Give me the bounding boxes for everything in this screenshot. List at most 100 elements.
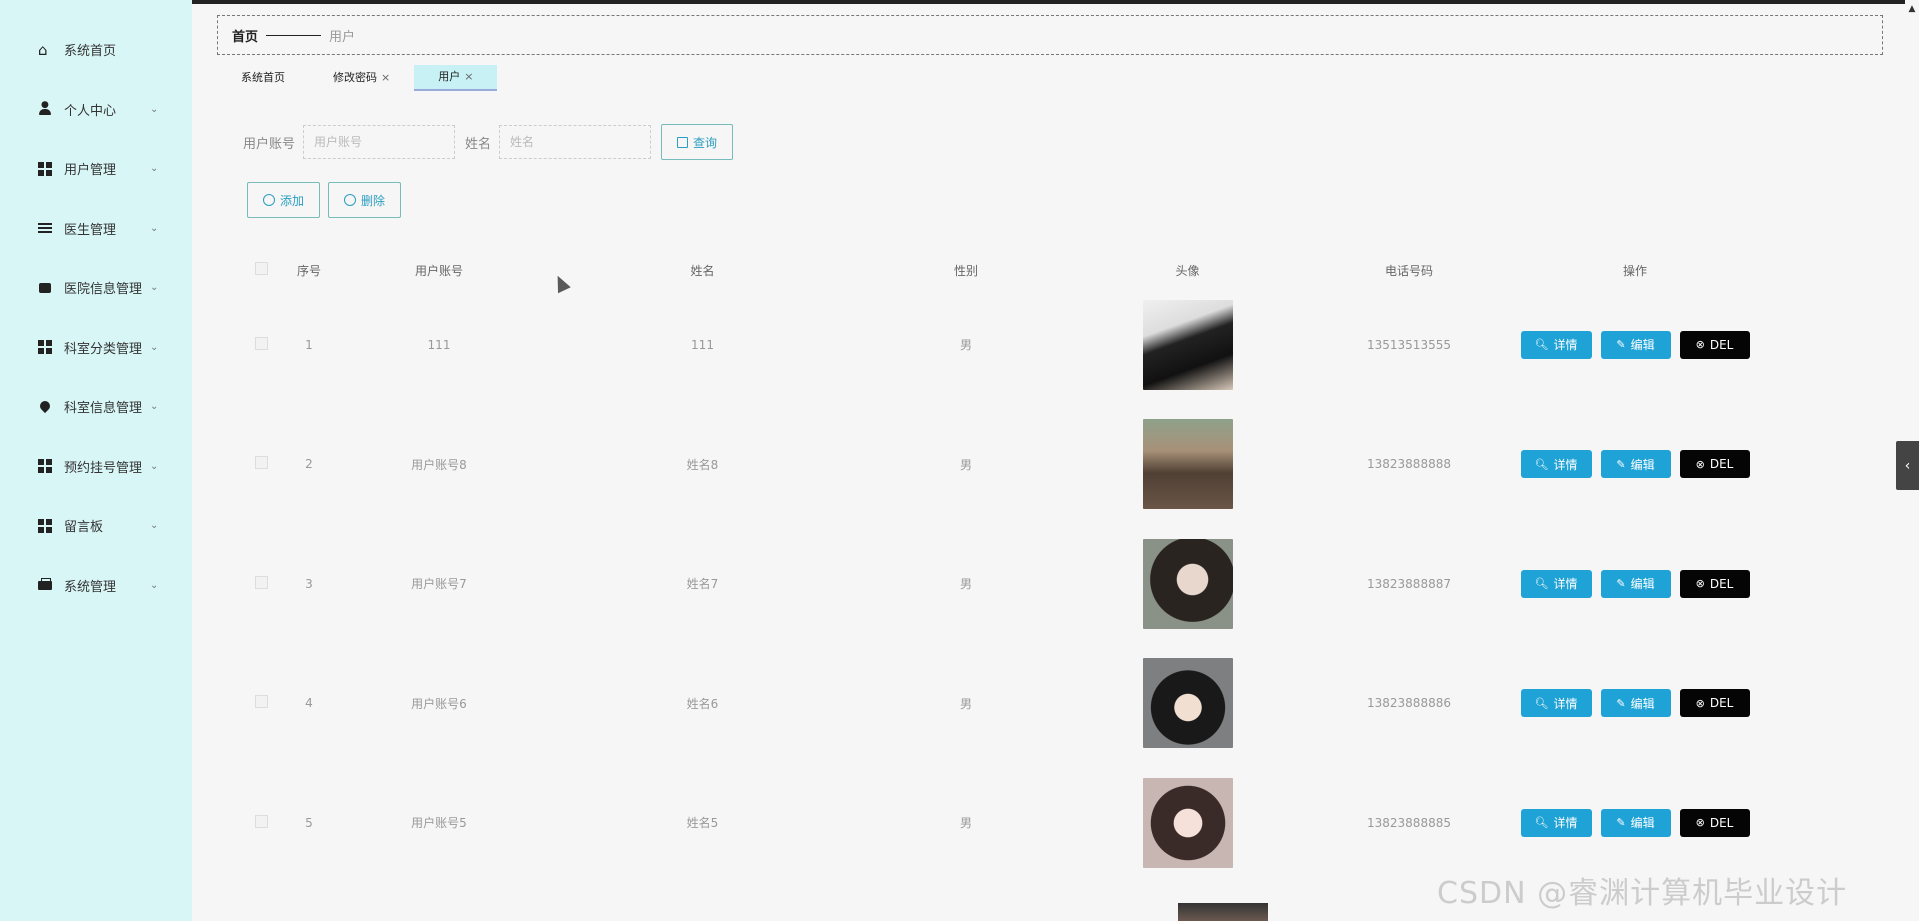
cell-index: 1 (305, 337, 313, 352)
sidebar-item-appointments[interactable]: 预约挂号管理 ⌄ (0, 437, 192, 497)
chevron-down-icon: ⌄ (150, 460, 159, 472)
header-phone: 电话号码 (1384, 263, 1433, 278)
sidebar-item-doctors[interactable]: 医生管理 ⌄ (0, 199, 192, 259)
cell-phone: 13823888888 (1367, 457, 1451, 472)
detail-button[interactable]: 🔍︎ 详情 (1520, 689, 1592, 718)
del-button[interactable]: ⊗ DEL (1679, 689, 1750, 718)
box-icon (38, 281, 52, 295)
chevron-left-icon[interactable]: ‹ (1896, 441, 1919, 490)
sidebar-item-users[interactable]: 用户管理 ⌄ (0, 139, 192, 199)
sidebar-item-label: 个人中心 (64, 103, 117, 119)
minus-circle-icon (343, 194, 356, 206)
circle-x-icon: ⊗ (1695, 577, 1705, 591)
chevron-down-icon: ⌄ (150, 341, 159, 353)
sidebar-item-label: 预约挂号管理 (64, 460, 143, 476)
plus-circle-icon (262, 194, 275, 206)
detail-button[interactable]: 🔍︎ 详情 (1520, 808, 1592, 837)
search-button[interactable]: 查询 (661, 124, 734, 160)
tab-label: 用户 (438, 70, 461, 83)
search-icon: 🔍︎ (1534, 338, 1549, 352)
add-button-label: 添加 (279, 193, 304, 208)
breadcrumb: 首页 用户 (217, 15, 1883, 55)
sliders-icon (38, 221, 52, 236)
sidebar-item-home[interactable]: 系统首页 (0, 20, 192, 80)
top-edge-bar (0, 0, 1919, 4)
wallet-icon (38, 578, 52, 592)
edit-button[interactable]: ✎ 编辑 (1600, 808, 1671, 837)
del-button[interactable]: ⊗ DEL (1679, 569, 1750, 598)
sidebar-item-dept-info[interactable]: 科室信息管理 ⌄ (0, 377, 192, 437)
sidebar-item-profile[interactable]: 个人中心 ⌄ (0, 80, 192, 140)
edit-button[interactable]: ✎ 编辑 (1600, 569, 1671, 598)
tab-bar: 系统首页 修改密码 × 用户 × (217, 65, 498, 93)
del-button[interactable]: ⊗ DEL (1679, 330, 1750, 359)
search-icon (677, 136, 689, 148)
account-search-input[interactable] (303, 125, 456, 159)
chevron-down-icon: ⌄ (150, 222, 159, 234)
detail-button[interactable]: 🔍︎ 详情 (1520, 569, 1592, 598)
pencil-icon: ✎ (1616, 338, 1626, 352)
row-checkbox[interactable] (254, 456, 268, 470)
breadcrumb-home[interactable]: 首页 (232, 26, 258, 45)
delete-button[interactable]: 删除 (328, 182, 401, 218)
sidebar-item-label: 医院信息管理 (64, 282, 143, 298)
tab-home[interactable]: 系统首页 (217, 65, 309, 91)
sidebar-item-label: 用户管理 (64, 163, 117, 179)
table-row: 3 用户账号7 姓名7 男 13823888887 🔍︎ 详情 ✎ 编辑 ⊗ DEL (248, 524, 1750, 644)
cell-name: 111 (691, 337, 714, 352)
row-checkbox[interactable] (254, 695, 268, 709)
home-icon (38, 43, 52, 57)
cell-name: 姓名7 (686, 577, 719, 592)
del-button[interactable]: ⊗ DEL (1679, 808, 1750, 837)
cell-account: 用户账号5 (411, 816, 467, 831)
cell-index: 4 (305, 696, 313, 711)
header-name: 姓名 (690, 263, 715, 278)
cell-sex: 男 (959, 457, 972, 472)
search-icon: 🔍︎ (1534, 816, 1549, 830)
sidebar-item-message-board[interactable]: 留言板 ⌄ (0, 496, 192, 556)
close-icon[interactable]: × (381, 71, 390, 84)
cell-account: 用户账号7 (411, 577, 467, 592)
cell-index: 2 (305, 457, 313, 472)
add-button[interactable]: 添加 (247, 182, 320, 218)
cell-name: 姓名5 (686, 816, 719, 831)
edit-button[interactable]: ✎ 编辑 (1600, 330, 1671, 359)
edit-button[interactable]: ✎ 编辑 (1600, 689, 1671, 718)
sidebar-item-dept-category[interactable]: 科室分类管理 ⌄ (0, 318, 192, 378)
pencil-icon: ✎ (1616, 457, 1626, 471)
tab-label: 修改密码 (333, 71, 377, 84)
chevron-down-icon: ⌄ (150, 103, 159, 115)
header-account: 用户账号 (414, 263, 463, 278)
header-sex: 性别 (953, 263, 978, 278)
search-icon: 🔍︎ (1534, 457, 1549, 471)
avatar (1142, 419, 1233, 510)
watermark: CSDN @睿渊计算机毕业设计 (1437, 876, 1848, 911)
grid-icon (38, 459, 52, 474)
close-icon[interactable]: × (464, 70, 473, 83)
search-form: 用户账号 姓名 查询 (243, 124, 734, 160)
del-button[interactable]: ⊗ DEL (1679, 450, 1750, 479)
search-icon: 🔍︎ (1534, 696, 1549, 710)
select-all-checkbox[interactable] (254, 262, 268, 275)
tab-users[interactable]: 用户 × (414, 65, 498, 91)
detail-button[interactable]: 🔍︎ 详情 (1520, 450, 1592, 479)
edit-button[interactable]: ✎ 编辑 (1600, 450, 1671, 479)
cell-name: 姓名8 (686, 457, 719, 472)
sidebar-item-system[interactable]: 系统管理 ⌄ (0, 556, 192, 616)
avatar (1142, 658, 1233, 749)
detail-button[interactable]: 🔍︎ 详情 (1520, 330, 1592, 359)
action-bar: 添加 删除 (247, 182, 401, 218)
avatar (1142, 777, 1233, 868)
row-checkbox[interactable] (254, 336, 268, 350)
row-checkbox[interactable] (254, 575, 268, 589)
name-search-input[interactable] (499, 125, 652, 159)
grid-icon (38, 161, 52, 176)
sidebar-item-hospital-info[interactable]: 医院信息管理 ⌄ (0, 258, 192, 318)
cell-account: 用户账号6 (411, 696, 467, 711)
account-label: 用户账号 (243, 136, 296, 152)
table-row: 2 用户账号8 姓名8 男 13823888888 🔍︎ 详情 ✎ 编辑 ⊗ DEL (248, 405, 1750, 525)
grid-icon (38, 340, 52, 355)
scroll-up-icon[interactable]: ▲ (1905, 4, 1919, 24)
tab-change-password[interactable]: 修改密码 × (309, 65, 414, 91)
row-checkbox[interactable] (254, 814, 268, 828)
